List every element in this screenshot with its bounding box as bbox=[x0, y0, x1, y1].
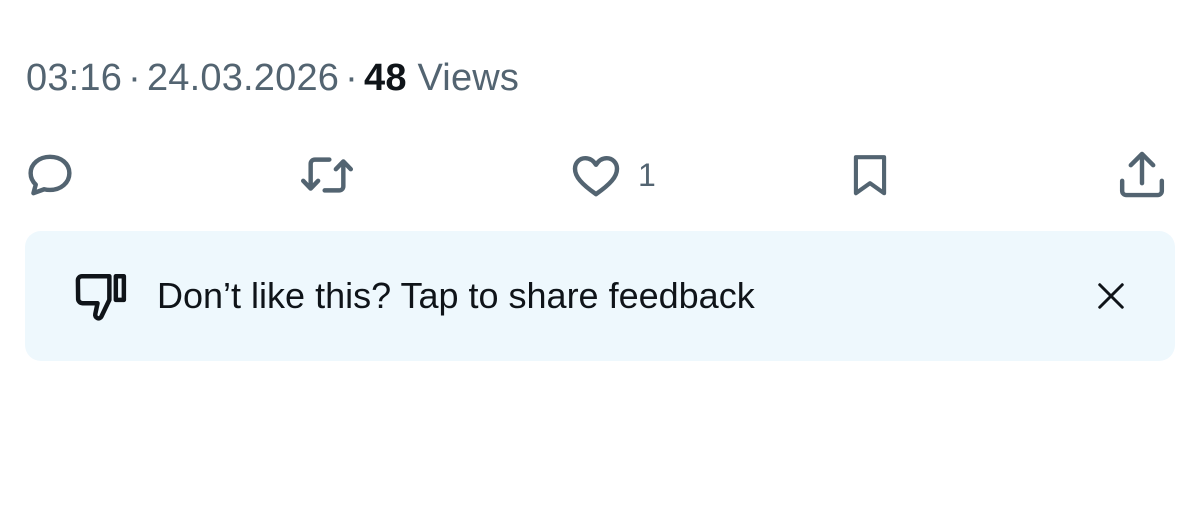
post-meta: 03:16 · 24.03.2026 · 48 Views bbox=[26, 52, 519, 104]
close-button[interactable] bbox=[1089, 274, 1133, 318]
meta-separator: · bbox=[128, 57, 141, 99]
share-icon bbox=[1119, 151, 1165, 198]
feedback-banner[interactable]: Don’t like this? Tap to share feedback bbox=[25, 231, 1175, 361]
reply-button[interactable] bbox=[22, 140, 78, 210]
post-action-bar: 1 bbox=[0, 140, 1200, 210]
bookmark-button[interactable] bbox=[844, 140, 896, 210]
repost-button[interactable] bbox=[298, 140, 356, 210]
heart-icon bbox=[572, 155, 620, 197]
feedback-text[interactable]: Don’t like this? Tap to share feedback bbox=[157, 231, 755, 361]
reply-icon bbox=[28, 154, 72, 196]
like-count: 1 bbox=[638, 157, 656, 193]
post-time: 03:16 bbox=[26, 57, 123, 99]
bookmark-icon bbox=[853, 155, 887, 196]
thumbs-down-icon bbox=[75, 274, 127, 321]
close-icon bbox=[1098, 283, 1124, 309]
share-button[interactable] bbox=[1114, 140, 1170, 210]
meta-separator: · bbox=[345, 57, 358, 99]
post-date: 24.03.2026 bbox=[146, 57, 340, 99]
like-button[interactable]: 1 bbox=[568, 140, 656, 210]
views-count: 48 bbox=[364, 57, 407, 99]
views-label[interactable]: Views bbox=[417, 57, 519, 99]
repost-icon bbox=[300, 157, 354, 193]
